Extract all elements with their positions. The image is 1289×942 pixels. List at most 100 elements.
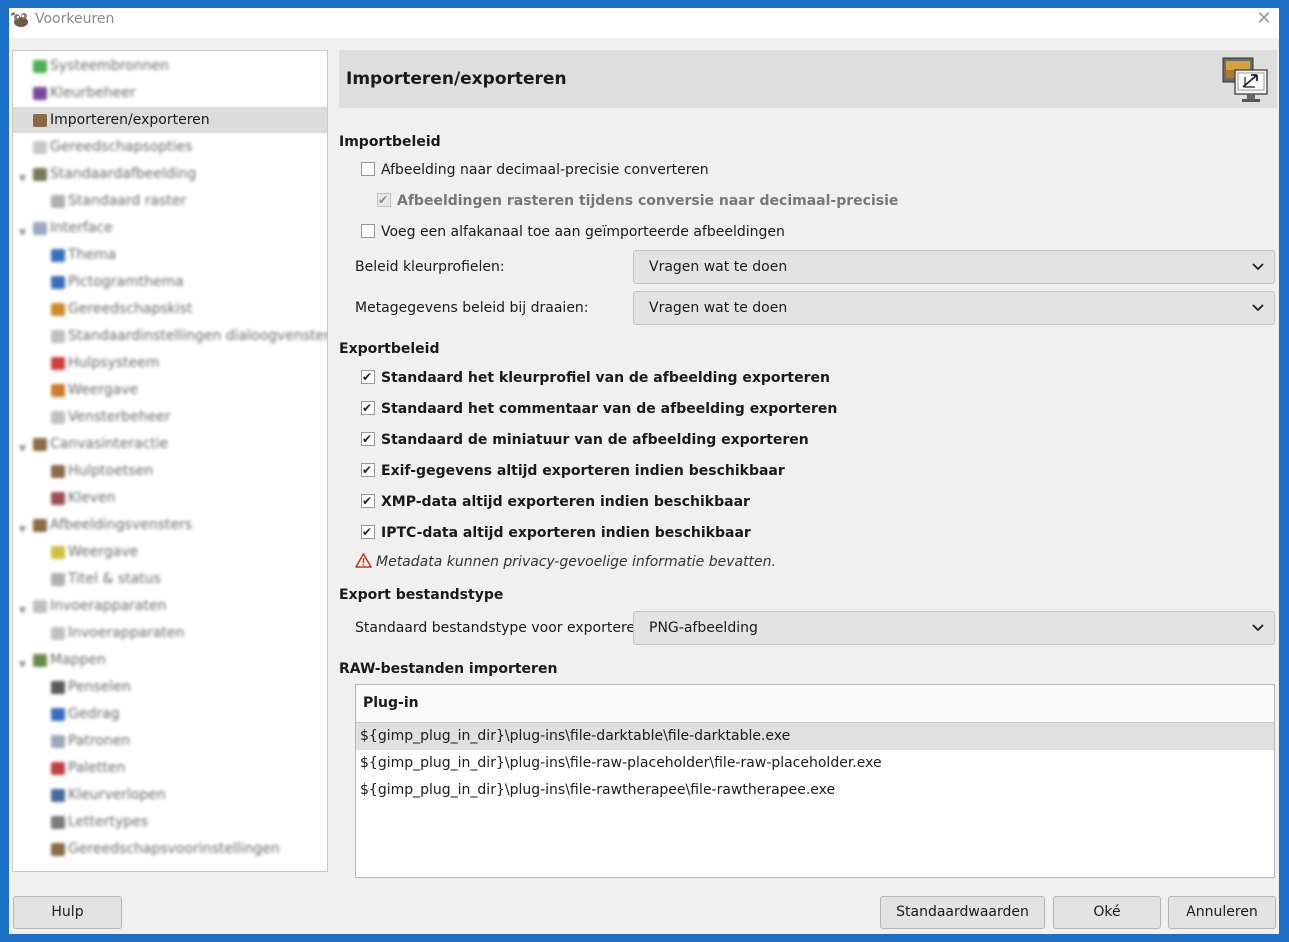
privacy-warning-text: Metadata kunnen privacy-gevoelige inform… [376, 554, 776, 570]
default-export-filetype-select[interactable]: PNG-afbeelding [633, 611, 1275, 645]
expander-arrow-icon[interactable]: ▼ [19, 598, 26, 624]
warning-icon [355, 552, 372, 568]
sidebar-item[interactable]: Pictogramthema [51, 269, 327, 295]
category-icon [33, 113, 47, 127]
sidebar-item-label: Thema [68, 247, 117, 263]
sidebar-item[interactable]: Patronen [51, 728, 327, 754]
expander-arrow-icon[interactable]: ▼ [19, 517, 26, 543]
close-icon[interactable]: ✕ [1253, 8, 1275, 30]
export-iptc-checkbox[interactable]: IPTC-data altijd exporteren indien besch… [361, 521, 751, 544]
sidebar-item[interactable]: Penselen [51, 674, 327, 700]
sidebar-item[interactable]: Thema [51, 242, 327, 268]
sidebar-item[interactable]: Gereedschapskist [51, 296, 327, 322]
sidebar-item-label: Gereedschapsopties [50, 139, 193, 155]
export-option-label: Standaard de miniatuur van de afbeelding… [381, 432, 809, 448]
sidebar-item-label: Standaardafbeelding [50, 166, 197, 182]
sidebar-item[interactable]: Kleven [51, 485, 327, 511]
sidebar-item[interactable]: Gereedschapsvoorinstellingen [51, 836, 327, 862]
sidebar-item[interactable]: ▼ Afbeeldingsvensters [19, 512, 327, 538]
category-icon [51, 626, 65, 640]
export-filetype-title: Export bestandstype [339, 587, 504, 603]
export-color-profile-checkbox[interactable]: Standaard het kleurprofiel van de afbeel… [361, 366, 830, 389]
plugin-column-header[interactable]: Plug-in [356, 685, 1274, 723]
expander-arrow-icon[interactable]: ▼ [19, 436, 26, 462]
sidebar-item-label: Kleven [68, 490, 116, 506]
sidebar-item-label: Standaardinstellingen dialoogvensters [68, 328, 328, 344]
sidebar-item[interactable]: Kleurbeheer [33, 80, 327, 106]
checkbox-checked-icon[interactable] [361, 490, 375, 512]
sidebar-item[interactable]: Hulpsysteem [51, 350, 327, 376]
category-icon [33, 221, 47, 235]
dither-label: Afbeeldingen rasteren tijdens conversie … [397, 193, 899, 209]
expander-arrow-icon[interactable]: ▼ [19, 166, 26, 192]
sidebar-item-label: Gedrag [68, 706, 120, 722]
sidebar-item[interactable]: Gereedschapsopties [33, 134, 327, 160]
sidebar-item[interactable]: ▼ Mappen [19, 647, 327, 673]
checkbox-unchecked-icon[interactable] [361, 162, 375, 176]
export-option-label: XMP-data altijd exporteren indien beschi… [381, 494, 750, 510]
reset-defaults-button[interactable]: Standaardwaarden [880, 896, 1045, 929]
plugin-row[interactable]: ${gimp_plug_in_dir}\plug-ins\file-raw-pl… [356, 750, 1274, 777]
sidebar-item[interactable]: Titel & status [51, 566, 327, 592]
expander-arrow-icon[interactable]: ▼ [19, 652, 26, 678]
sidebar-item-label: Kleurverlopen [68, 787, 166, 803]
export-exif-checkbox[interactable]: Exif-gegevens altijd exporteren indien b… [361, 459, 785, 482]
convert-precision-checkbox[interactable]: Afbeelding naar decimaal-precisie conver… [361, 159, 709, 181]
sidebar-item[interactable]: ▼ Canvasinteractie [19, 431, 327, 457]
cancel-button[interactable]: Annuleren [1168, 896, 1276, 929]
sidebar-item-label: Titel & status [68, 571, 161, 587]
export-option-label: Standaard het commentaar van de afbeeldi… [381, 401, 838, 417]
checkbox-checked-icon[interactable] [361, 397, 375, 419]
sidebar-item[interactable]: ▼ Interface [19, 215, 327, 241]
sidebar-item[interactable]: Gedrag [51, 701, 327, 727]
checkbox-checked-icon[interactable] [361, 428, 375, 450]
sidebar-item[interactable]: Standaard raster [51, 188, 327, 214]
ok-button[interactable]: Oké [1053, 896, 1161, 929]
preferences-category-tree[interactable]: Systeembronnen Kleurbeheer Importeren/expo… [12, 50, 328, 872]
color-profile-policy-select[interactable]: Vragen wat te doen [633, 250, 1275, 284]
sidebar-item[interactable]: Kleurverlopen [51, 782, 327, 808]
category-icon [51, 815, 65, 829]
category-icon [33, 140, 47, 154]
sidebar-item[interactable]: Standaardinstellingen dialoogvensters [51, 323, 327, 349]
sidebar-item[interactable]: Vensterbeheer [51, 404, 327, 430]
category-icon [51, 302, 65, 316]
metadata-rotation-policy-label: Metagegevens beleid bij draaien: [355, 300, 589, 316]
category-icon [51, 491, 65, 505]
sidebar-item[interactable]: Systeembronnen [33, 53, 327, 79]
sidebar-item[interactable]: Lettertypes [51, 809, 327, 835]
checkbox-checked-icon[interactable] [361, 459, 375, 481]
category-icon [51, 842, 65, 856]
export-option-label: IPTC-data altijd exporteren indien besch… [381, 525, 751, 541]
checkbox-unchecked-icon[interactable] [361, 224, 375, 238]
add-alpha-label: Voeg een alfakanaal toe aan geïmporteerd… [381, 224, 785, 240]
category-icon [33, 167, 47, 181]
metadata-rotation-policy-select[interactable]: Vragen wat te doen [633, 291, 1275, 325]
category-icon [33, 59, 47, 73]
export-xmp-checkbox[interactable]: XMP-data altijd exporteren indien beschi… [361, 490, 750, 513]
chevron-down-icon [1252, 263, 1264, 271]
export-comment-checkbox[interactable]: Standaard het commentaar van de afbeeldi… [361, 397, 838, 420]
sidebar-item[interactable]: ▼ Invoerapparaten [19, 593, 327, 619]
sidebar-item[interactable]: Invoerapparaten [51, 620, 327, 646]
sidebar-item-label: Pictogramthema [68, 274, 184, 290]
category-icon [51, 383, 65, 397]
add-alpha-checkbox[interactable]: Voeg een alfakanaal toe aan geïmporteerd… [361, 221, 785, 243]
export-thumbnail-checkbox[interactable]: Standaard de miniatuur van de afbeelding… [361, 428, 809, 451]
sidebar-item[interactable]: ▼ Standaardafbeelding [19, 161, 327, 187]
plugin-row[interactable]: ${gimp_plug_in_dir}\plug-ins\file-rawthe… [356, 777, 1274, 804]
category-icon [51, 545, 65, 559]
expander-arrow-icon[interactable]: ▼ [19, 220, 26, 246]
checkbox-checked-icon[interactable] [361, 366, 375, 388]
checkbox-checked-icon[interactable] [361, 521, 375, 543]
sidebar-item[interactable]: Paletten [51, 755, 327, 781]
sidebar-item[interactable]: Hulptoetsen [51, 458, 327, 484]
raw-plugin-table[interactable]: Plug-in ${gimp_plug_in_dir}\plug-ins\fil… [355, 684, 1275, 878]
sidebar-item[interactable]: Weergave [51, 539, 327, 565]
plugin-row[interactable]: ${gimp_plug_in_dir}\plug-ins\file-darkta… [356, 723, 1274, 750]
help-button[interactable]: Hulp [13, 896, 122, 929]
category-icon [51, 707, 65, 721]
sidebar-item-label: Hulptoetsen [68, 463, 154, 479]
sidebar-item[interactable]: Weergave [51, 377, 327, 403]
sidebar-item[interactable]: Importeren/exporteren [13, 107, 327, 133]
